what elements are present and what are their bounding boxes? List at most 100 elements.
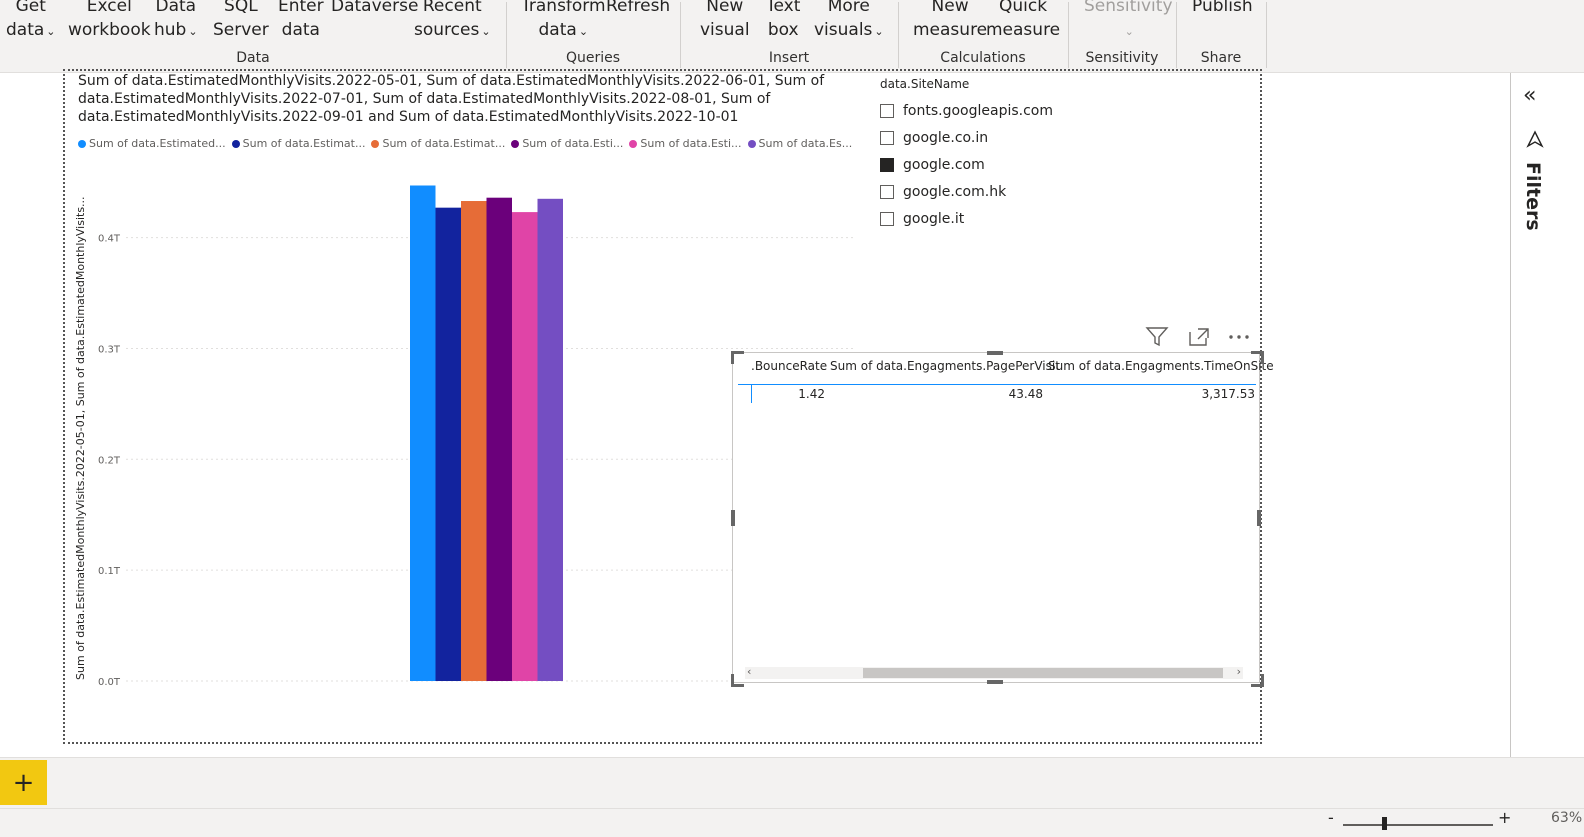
- resize-handle[interactable]: [731, 510, 735, 526]
- bar[interactable]: [512, 212, 538, 681]
- zoom-in-button[interactable]: +: [1498, 808, 1511, 827]
- collapse-chevron-icon[interactable]: «: [1523, 83, 1536, 108]
- chevron-down-icon: ⌄: [481, 25, 491, 38]
- publish-button[interactable]: Publish: [1192, 0, 1253, 18]
- legend-marker: [629, 140, 638, 148]
- legend-marker: [747, 140, 756, 148]
- legend-label: Sum of data.Estimat...: [382, 137, 506, 150]
- legend-label: Sum of data.Estimated...: [89, 137, 226, 150]
- chevron-down-icon: ⌄: [46, 25, 56, 38]
- excel-workbook-button[interactable]: Excel workbook: [68, 0, 151, 42]
- resize-corner[interactable]: [731, 674, 744, 687]
- y-tick-label: 0.2T: [98, 455, 121, 466]
- get-data-button[interactable]: Get data ⌄: [6, 0, 56, 44]
- more-visuals-button[interactable]: More visuals ⌄: [814, 0, 884, 44]
- y-tick-label: 0.1T: [98, 566, 121, 577]
- column-header[interactable]: Sum of data.Engagments.TimeOnSite: [1048, 359, 1274, 373]
- transform-data-button[interactable]: Transform data ⌄: [521, 0, 606, 44]
- legend-item[interactable]: Sum of data.Estimated...: [78, 137, 226, 150]
- dataverse-button[interactable]: Dataverse: [331, 0, 418, 18]
- checkbox[interactable]: [880, 157, 894, 172]
- resize-handle[interactable]: [987, 680, 1003, 684]
- text-box-button[interactable]: Text box: [766, 0, 800, 42]
- scroll-right-icon[interactable]: ›: [1237, 665, 1241, 678]
- table-header-row: .BounceRate Sum of data.Engagments.PageP…: [739, 359, 1274, 383]
- bar[interactable]: [537, 198, 564, 682]
- refresh-button[interactable]: Refresh: [606, 0, 670, 18]
- slicer-item-label: fonts.googleapis.com: [903, 102, 1054, 119]
- slicer-item-google-it[interactable]: google.it: [880, 205, 1053, 232]
- sql-server-button[interactable]: SQL Server: [213, 0, 269, 42]
- slicer-title: data.SiteName: [880, 77, 970, 91]
- resize-corner[interactable]: [1251, 674, 1264, 687]
- legend-marker: [511, 140, 520, 148]
- data-hub-button[interactable]: Data hub ⌄: [154, 0, 198, 44]
- scroll-left-icon[interactable]: ‹: [747, 665, 751, 678]
- zoom-slider[interactable]: [1343, 824, 1493, 826]
- legend-item[interactable]: Sum of data.Estimat...: [371, 137, 505, 150]
- slicer-item-label: google.it: [903, 210, 965, 227]
- legend-label: Sum of data.Estimat...: [242, 137, 366, 150]
- legend-label: Sum of data.Esti...: [522, 137, 624, 150]
- table-visual[interactable]: .BounceRate Sum of data.Engagments.PageP…: [732, 352, 1274, 683]
- group-label-share: Share: [1200, 50, 1242, 66]
- resize-corner[interactable]: [1251, 351, 1264, 364]
- y-tick-label: 0.4T: [98, 234, 121, 245]
- quick-measure-button[interactable]: Quick measure: [986, 0, 1060, 42]
- group-label-data: Data: [236, 50, 270, 66]
- add-page-button[interactable]: +: [0, 760, 47, 805]
- legend-item[interactable]: Sum of data.Esti...: [629, 137, 742, 150]
- checkbox[interactable]: [880, 130, 894, 145]
- legend-item[interactable]: Sum of data.Esti...: [511, 137, 623, 150]
- chart-legend: Sum of data.Estimated... Sum of data.Esti…: [78, 137, 858, 150]
- scrollbar-thumb[interactable]: [863, 668, 1223, 678]
- bar[interactable]: [435, 207, 462, 681]
- legend-item[interactable]: Sum of data.Es...: [747, 137, 852, 150]
- sensitivity-button[interactable]: Sensitivity ⌄: [1084, 0, 1173, 44]
- group-separator: [1266, 2, 1267, 68]
- legend-item[interactable]: Sum of data.Estimat...: [231, 137, 366, 150]
- zoom-out-button[interactable]: -: [1328, 808, 1334, 827]
- column-header[interactable]: Sum of data.Engagments.PagePerVisit: [830, 359, 1060, 373]
- new-measure-button[interactable]: New measure: [913, 0, 987, 42]
- horizontal-scrollbar[interactable]: ‹ ›: [745, 665, 1243, 679]
- header-divider: [738, 384, 1256, 385]
- checkbox[interactable]: [880, 184, 894, 199]
- filter-icon[interactable]: [1144, 325, 1170, 349]
- y-axis-label: Sum of data.EstimatedMonthlyVisits.2022-…: [74, 196, 87, 680]
- resize-corner[interactable]: [731, 351, 744, 364]
- more-options-icon[interactable]: [1226, 325, 1252, 349]
- checkbox[interactable]: [880, 211, 894, 226]
- resize-handle[interactable]: [987, 351, 1003, 355]
- slicer-item-google-co-in[interactable]: google.co.in: [880, 124, 1053, 151]
- new-visual-button[interactable]: New visual: [700, 0, 750, 42]
- slicer-item-label: google.co.in: [903, 129, 989, 146]
- resize-handle[interactable]: [1257, 510, 1261, 526]
- slicer-item-google-com[interactable]: google.com: [880, 151, 1053, 178]
- filters-label[interactable]: Filters: [1522, 162, 1544, 231]
- checkbox[interactable]: [880, 103, 894, 118]
- site-name-slicer: data.SiteName fonts.googleapis.com googl…: [880, 77, 1053, 232]
- chevron-down-icon: ⌄: [1124, 25, 1134, 38]
- slicer-item-google-com-hk[interactable]: google.com.hk: [880, 178, 1053, 205]
- slicer-item-fonts-googleapis[interactable]: fonts.googleapis.com: [880, 97, 1053, 124]
- page-tabs-bar: [0, 757, 1584, 808]
- group-label-queries: Queries: [565, 50, 621, 66]
- bar[interactable]: [410, 185, 436, 682]
- zoom-percentage[interactable]: 63%: [1551, 810, 1582, 826]
- bar[interactable]: [486, 197, 513, 681]
- table-cell: 3,317.53: [1201, 387, 1255, 401]
- group-label-insert: Insert: [768, 50, 810, 66]
- ribbon: Get data ⌄ Excel workbook Data hub ⌄ SQL Serve…: [0, 0, 1584, 73]
- zoom-slider-thumb[interactable]: [1382, 817, 1387, 830]
- y-tick-label: 0.3T: [98, 344, 121, 355]
- table-cell: 1.42: [798, 387, 825, 401]
- focus-mode-icon[interactable]: [1186, 325, 1212, 349]
- y-tick-label: 0.0T: [98, 677, 121, 688]
- bar[interactable]: [461, 201, 487, 681]
- chart-title: Sum of data.EstimatedMonthlyVisits.2022-…: [78, 73, 825, 125]
- column-header[interactable]: .BounceRate: [751, 359, 827, 373]
- enter-data-button[interactable]: Enter data: [278, 0, 324, 42]
- status-bar: [0, 808, 1584, 837]
- recent-sources-button[interactable]: Recent sources ⌄: [414, 0, 491, 44]
